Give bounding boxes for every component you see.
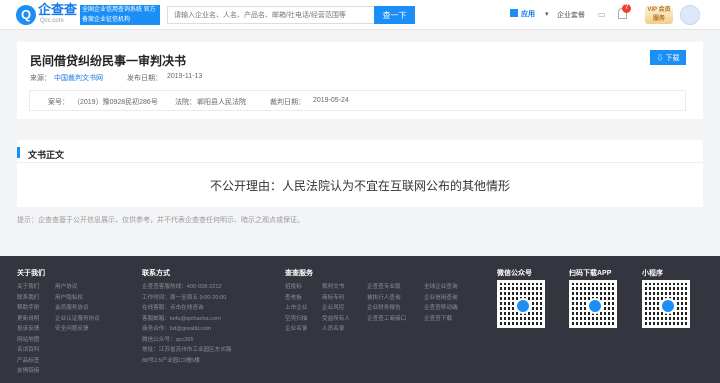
publish-label: 发布日期： [127,75,162,82]
footer-link[interactable]: 企业认证服务协议 [55,314,100,325]
footer-link[interactable]: 会员服务协议 [55,303,100,314]
contact-line: 企查查客服热线：400-928-2212 [142,284,222,290]
qr-code-icon [645,283,687,325]
court-label: 法院： [175,99,196,106]
footer-link[interactable]: 被执行人查询 [367,293,406,304]
download-button[interactable]: ⇩ 下载 [650,50,686,65]
court-name: 郸阳县人民法院 [197,99,246,106]
footer-link[interactable]: 人员名录 [322,324,350,335]
footer-link[interactable]: 空壳扫描 [285,314,307,325]
footer-link[interactable]: 友情链接 [17,366,39,377]
footer-about-col2: 用户协议 用户隐私权 会员服务协议 企业认证服务协议 安全问题反馈 [55,282,100,335]
vip-badge[interactable]: VIP 会员服务 [645,6,673,24]
footer-link[interactable]: 受益所有人 [322,314,350,325]
footer-link[interactable]: 企业财务报告 [367,303,406,314]
search-button[interactable]: 查一下 [374,6,415,24]
footer-services-col2: 裁判文书 商标专利 企业风控 受益所有人 人员名录 [322,282,350,335]
app-menu[interactable]: 应用 [510,9,535,19]
footer-link[interactable]: 商标专利 [322,293,350,304]
contact-line: 商务合作：bd@greatld.com [142,326,212,332]
contact-line: 工作时间：周一至周五 9:00-20:00 [142,294,227,301]
footer-contact-title: 联系方式 [142,270,170,277]
wechat-qr-code [497,280,545,328]
avatar[interactable] [680,5,700,25]
qr-code-icon [572,283,614,325]
footer-link[interactable]: 用户协议 [55,282,100,293]
qr-code-icon [500,283,542,325]
miniprogram-qr-code [642,280,690,328]
footer-services-title: 查查服务 [285,270,313,277]
qr-app-title: 扫码下载APP [569,270,612,277]
judge-date: 2019-05-24 [313,97,349,104]
source-link[interactable]: 中国裁判文书网 [54,73,103,83]
contact-line: 客服邮箱：kefu@qichacha.com [142,315,221,322]
case-info-box: 案号： （2019）豫0928民初286号 法院： 郸阳县人民法院 裁判日期： … [29,90,686,111]
footer-link[interactable]: 企业信用查询 [424,293,458,304]
section-title: 文书正文 [28,150,65,160]
section-divider [17,162,703,163]
footer-link[interactable]: 企查查工商接口 [367,314,406,325]
disclaimer-text: 提示：企查查基于公开信息展示，仅供参考，并不代表企查查任何明示、暗示之观点或保证… [17,217,304,224]
footer-link[interactable]: 企业名录 [285,324,307,335]
footer-link[interactable]: 更新说明 [17,314,39,325]
document-text-card: 文书正文 不公开理由：人民法院认为不宜在互联网公布的其他情形 [17,140,703,207]
search-input[interactable] [167,6,374,24]
screen-icon[interactable]: ▭ [598,10,606,19]
footer: 关于我们 关于我们 联系我们 帮助手册 更新说明 投诉反馈 网站地图 名词百科 … [0,256,720,383]
footer-link[interactable]: 投诉反馈 [17,324,39,335]
contact-line: 地址：江苏省苏州市工业园区东长路 [142,347,232,353]
enterprise-suite-link[interactable]: 企业套餐 [557,10,585,20]
contact-line[interactable]: 在线客服：点击在线咨询 [142,303,232,314]
footer-contact-lines: 企查查客服热线：400-928-2212 工作时间：周一至周五 9:00-20:… [142,282,232,366]
footer-link[interactable]: 企查查移动端 [424,303,458,314]
footer-link[interactable]: 网站地图 [17,335,39,346]
document-header-card: 民间借贷纠纷民事一审判决书 ⇩ 下载 来源： 中国裁判文书网 发布日期： 201… [17,42,703,119]
footer-services-col4: 全球企业查询 企业信用查询 企查查移动端 企查查下载 [424,282,458,324]
qr-miniprogram-title: 小程序 [642,270,663,277]
footer-link[interactable]: 帮助手册 [17,303,39,314]
footer-link[interactable]: 用户隐私权 [55,293,100,304]
judge-date-label: 裁判日期： [270,99,305,106]
footer-link[interactable]: 名词百科 [17,345,39,356]
footer-link[interactable]: 全球企业查询 [424,282,458,293]
brand-name[interactable]: 企查查 [38,3,77,17]
publish-date: 2019-11-13 [167,73,203,80]
footer-link[interactable]: 企查查专业版 [367,282,406,293]
footer-link[interactable]: 招投标 [285,282,307,293]
footer-link[interactable]: 上市企业 [285,303,307,314]
contact-line: 88号2.5产业园C1幢5楼 [142,357,200,364]
footer-link[interactable]: 企查查下载 [424,314,458,325]
footer-services-col1: 招投标 查老板 上市企业 空壳扫描 企业名录 [285,282,307,335]
qr-wechat-title: 微信公众号 [497,270,532,277]
contact-line: 微信公众号：qcc365 [142,336,194,343]
footer-services-col3: 企查查专业版 被执行人查询 企业财务报告 企查查工商接口 [367,282,406,324]
chevron-down-icon[interactable]: ▾ [545,10,549,18]
section-accent-bar [17,147,20,158]
footer-link[interactable]: 安全问题反馈 [55,324,100,335]
footer-link[interactable]: 产品标签 [17,356,39,367]
brand-slogan: 全国企业信用查询系统 官方备案企业征信机构 [80,5,160,25]
footer-link[interactable]: 企业风控 [322,303,350,314]
footer-link[interactable]: 联系我们 [17,293,39,304]
source-label: 来源： [30,75,51,82]
footer-link[interactable]: 关于我们 [17,282,39,293]
qcc-logo-icon[interactable]: Q [16,5,36,25]
footer-link[interactable]: 查老板 [285,293,307,304]
case-no-label: 案号： [48,99,69,106]
download-label: 下载 [665,54,680,62]
footer-about-col1: 关于我们 联系我们 帮助手册 更新说明 投诉反馈 网站地图 名词百科 产品标签 … [17,282,39,377]
non-disclosure-notice: 不公开理由：人民法院认为不宜在互联网公布的其他情形 [209,179,510,193]
footer-link[interactable]: 裁判文书 [322,282,350,293]
document-title: 民间借贷纠纷民事一审判决书 [30,54,187,68]
footer-about-title: 关于我们 [17,270,45,277]
brand-url: Qcc.com [40,18,64,24]
case-no[interactable]: （2019）豫0928民初286号 [73,97,158,107]
top-header: Q 企查查 Qcc.com 全国企业信用查询系统 官方备案企业征信机构 查一下 … [0,0,720,30]
app-qr-code [569,280,617,328]
notification-badge: 7 [622,4,631,13]
